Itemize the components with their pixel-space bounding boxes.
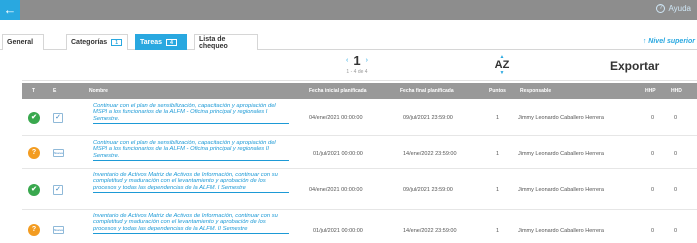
tab-lista-de-chequeo[interactable]: Lista de chequeo xyxy=(194,34,258,50)
owner: Jimmy Leonardo Caballero Herrera xyxy=(518,187,604,193)
owner: Jimmy Leonardo Caballero Herrera xyxy=(518,151,604,157)
checkbox-icon[interactable]: ✓ xyxy=(53,185,63,195)
hhp-value: 0 xyxy=(651,187,655,193)
toolbar: ‹ 1 › 1 - 4 de 4 ▲ AZ ▼ Exportar xyxy=(22,51,697,81)
hhd-value: 0 xyxy=(674,187,678,193)
col-name[interactable]: Nombre xyxy=(89,83,108,99)
points: 1 xyxy=(496,228,500,234)
col-e[interactable]: E xyxy=(53,83,56,99)
tab-general[interactable]: General xyxy=(2,34,44,50)
col-start[interactable]: Fecha inicial planificada xyxy=(309,83,367,99)
page-number: 1 xyxy=(353,53,361,68)
points: 1 xyxy=(496,151,500,157)
state-badge: Nueva xyxy=(53,149,64,157)
task-name-link[interactable]: Inventario de Activos Matriz de Activos … xyxy=(93,172,289,194)
status-pending-icon: ? xyxy=(28,224,40,236)
sort-down-icon: ▼ xyxy=(499,70,505,76)
end-date: 09/jul/2021 23:59:00 xyxy=(403,187,453,193)
col-hhd[interactable]: HHD xyxy=(671,83,682,99)
hhd-value: 0 xyxy=(674,151,678,157)
owner: Jimmy Leonardo Caballero Herrera xyxy=(518,228,604,234)
end-date: 14/ene/2022 23:59:00 xyxy=(403,151,457,157)
prev-page-icon[interactable]: ‹ xyxy=(346,57,348,64)
status-done-icon: ✔ xyxy=(28,184,40,196)
start-date: 01/jul/2021 00:00:00 xyxy=(313,151,363,157)
help-label: Ayuda xyxy=(668,4,691,13)
points: 1 xyxy=(496,187,500,193)
help-link[interactable]: ? Ayuda xyxy=(656,4,691,13)
checkbox-icon[interactable]: ✓ xyxy=(53,113,63,123)
hhp-value: 0 xyxy=(651,228,655,234)
col-owner[interactable]: Responsable xyxy=(520,83,551,99)
table-header: T E Nombre Fecha inicial planificada Fec… xyxy=(22,83,697,99)
help-icon: ? xyxy=(656,4,666,13)
task-name-link[interactable]: Continuar con el plan de sensibilización… xyxy=(93,103,289,125)
owner: Jimmy Leonardo Caballero Herrera xyxy=(518,115,604,121)
page-range: 1 - 4 de 4 xyxy=(346,69,368,75)
col-end[interactable]: Fecha final planificada xyxy=(400,83,454,99)
hhp-value: 0 xyxy=(651,115,655,121)
task-name-link[interactable]: Continuar con el plan de sensibilización… xyxy=(93,140,289,162)
start-date: 04/ene/2021 00:00:00 xyxy=(309,115,363,121)
hhd-value: 0 xyxy=(674,115,678,121)
col-hhp[interactable]: HHP xyxy=(645,83,656,99)
state-badge: Nueva xyxy=(53,226,64,234)
app-window: ← ? Ayuda General Categorías 1 Tareas 4 … xyxy=(0,0,697,243)
tab-strip: General Categorías 1 Tareas 4 Lista de c… xyxy=(0,34,697,50)
task-name-link[interactable]: Inventario de Activos Matriz de Activos … xyxy=(93,213,289,235)
points: 1 xyxy=(496,115,500,121)
end-date: 14/ene/2022 23:59:00 xyxy=(403,228,457,234)
hhd-value: 0 xyxy=(674,228,678,234)
tab-tareas-label: Tareas xyxy=(140,39,163,46)
next-page-icon[interactable]: › xyxy=(366,57,368,64)
tab-categorias[interactable]: Categorías 1 xyxy=(66,34,128,50)
col-points[interactable]: Puntos xyxy=(489,83,506,99)
status-done-icon: ✔ xyxy=(28,112,40,124)
tab-general-label: General xyxy=(7,39,34,46)
back-arrow-icon[interactable]: ← xyxy=(0,0,20,20)
top-bar: ? Ayuda xyxy=(20,0,697,20)
export-button[interactable]: Exportar xyxy=(610,59,659,73)
sort-az-button[interactable]: ▲ AZ ▼ xyxy=(492,55,512,76)
tab-tareas-count: 4 xyxy=(166,39,177,46)
col-t[interactable]: T xyxy=(32,83,35,99)
nivel-superior-link[interactable]: ↑ Nivel superior xyxy=(643,38,695,45)
status-pending-icon: ? xyxy=(28,147,40,159)
pagination: ‹ 1 › 1 - 4 de 4 xyxy=(340,53,374,75)
tab-categorias-label: Categorías xyxy=(71,39,108,46)
start-date: 04/ene/2021 00:00:00 xyxy=(309,187,363,193)
end-date: 09/jul/2021 23:59:00 xyxy=(403,115,453,121)
hhp-value: 0 xyxy=(651,151,655,157)
tab-tareas[interactable]: Tareas 4 xyxy=(135,34,187,50)
tab-lista-de-chequeo-label: Lista de chequeo xyxy=(199,35,228,50)
tab-categorias-count: 1 xyxy=(111,39,122,46)
start-date: 01/jul/2021 00:00:00 xyxy=(313,228,363,234)
